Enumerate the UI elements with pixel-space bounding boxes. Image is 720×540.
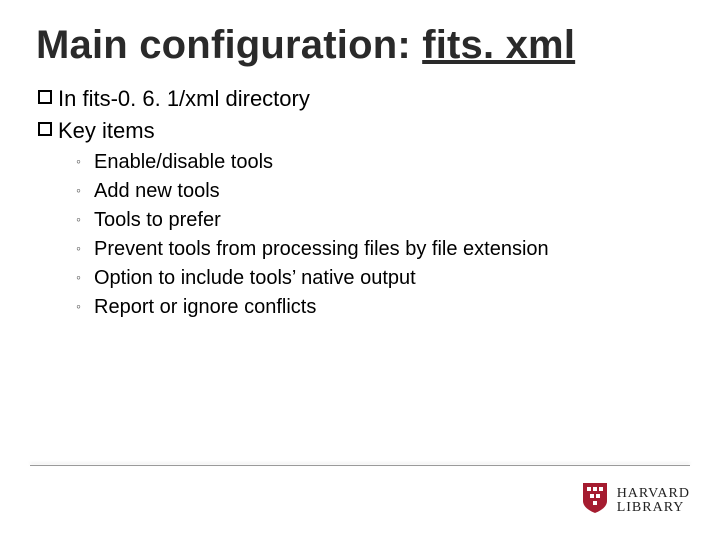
list-item: ◦ Option to include tools’ native output (76, 265, 684, 292)
sub-bullet-text: Prevent tools from processing files by f… (94, 236, 684, 263)
logo-line2: LIBRARY (617, 501, 690, 515)
bullet-text: In fits-0. 6. 1/xml directory (58, 84, 684, 114)
list-item: ◦ Tools to prefer (76, 207, 684, 234)
shield-icon (581, 481, 609, 520)
title-plain: Main configuration: (36, 23, 422, 67)
list-item: ◦ Enable/disable tools (76, 149, 684, 176)
title-link: fits. xml (422, 23, 575, 67)
list-item: ◦ Report or ignore conflicts (76, 294, 684, 321)
ring-bullet-icon: ◦ (76, 265, 94, 287)
sub-bullet-list: ◦ Enable/disable tools ◦ Add new tools ◦… (76, 149, 684, 321)
bullet-item: In fits-0. 6. 1/xml directory (38, 84, 684, 114)
square-bullet-icon (38, 84, 58, 104)
sub-bullet-text: Option to include tools’ native output (94, 265, 684, 292)
ring-bullet-icon: ◦ (76, 178, 94, 200)
bullet-item: Key items (38, 116, 684, 146)
sub-bullet-text: Add new tools (94, 178, 684, 205)
ring-bullet-icon: ◦ (76, 294, 94, 316)
slide-title: Main configuration: fits. xml (36, 22, 684, 68)
slide: Main configuration: fits. xml In fits-0.… (0, 0, 720, 540)
ring-bullet-icon: ◦ (76, 236, 94, 258)
sub-bullet-text: Report or ignore conflicts (94, 294, 684, 321)
square-bullet-icon (38, 116, 58, 136)
list-item: ◦ Prevent tools from processing files by… (76, 236, 684, 263)
sub-bullet-text: Enable/disable tools (94, 149, 684, 176)
sub-bullet-text: Tools to prefer (94, 207, 684, 234)
harvard-library-logo: HARVARD LIBRARY (581, 481, 690, 520)
ring-bullet-icon: ◦ (76, 149, 94, 171)
list-item: ◦ Add new tools (76, 178, 684, 205)
horizontal-divider (30, 465, 690, 466)
logo-line1: HARVARD (617, 487, 690, 501)
logo-text: HARVARD LIBRARY (617, 487, 690, 515)
ring-bullet-icon: ◦ (76, 207, 94, 229)
bullet-text: Key items (58, 116, 684, 146)
